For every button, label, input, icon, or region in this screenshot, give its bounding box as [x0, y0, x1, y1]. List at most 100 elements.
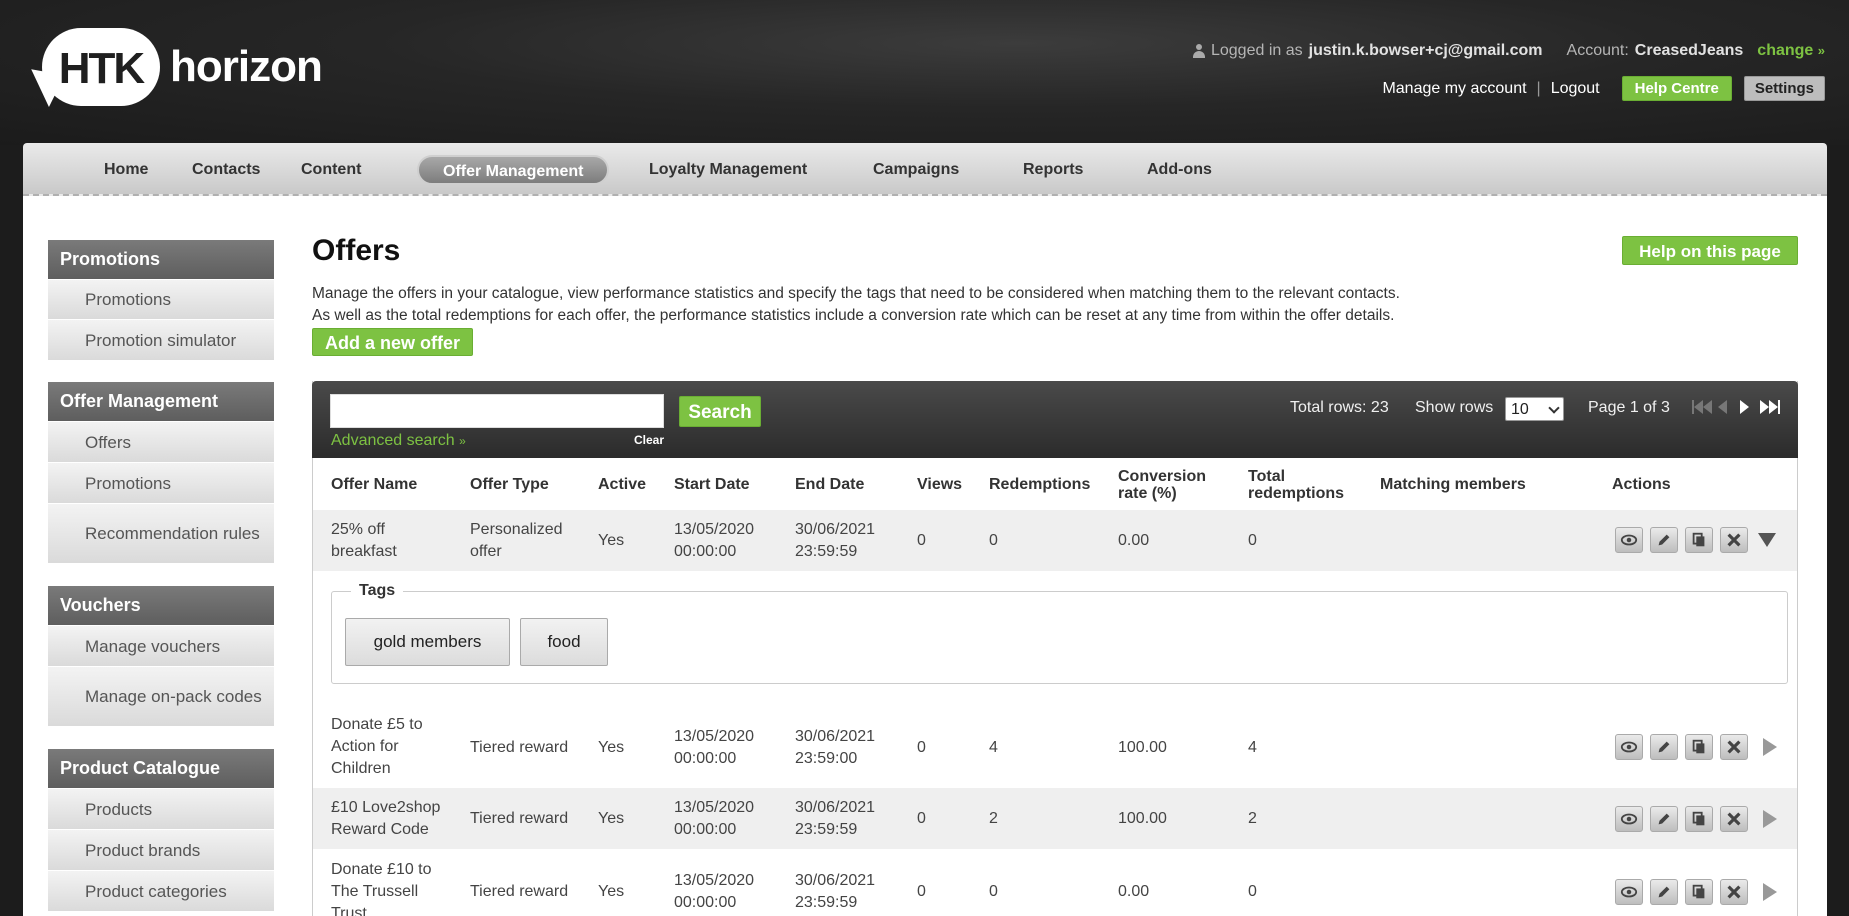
offer-name[interactable]: Donate £10 to The Trussell Trust [331, 859, 432, 916]
view-button[interactable] [1615, 734, 1643, 760]
offer-name[interactable]: 25% off breakfast [331, 519, 397, 563]
first-page-icon[interactable] [1692, 399, 1712, 415]
edit-button[interactable] [1650, 527, 1678, 553]
col-views[interactable]: Views [917, 476, 962, 493]
offer-end-date: 30/06/2021 23:59:59 [795, 799, 876, 838]
search-button[interactable]: Search [679, 396, 761, 427]
tag-chip[interactable]: gold members [345, 618, 510, 666]
sidebar-group-product-catalogue: Product Catalogue Products Product brand… [48, 749, 274, 911]
offer-conversion-rate: 0.00 [1118, 532, 1150, 549]
prev-page-icon[interactable] [1718, 399, 1727, 415]
nav-loyalty-management[interactable]: Loyalty Management [625, 155, 831, 185]
view-icon [1620, 738, 1638, 756]
offer-active: Yes [598, 810, 625, 827]
delete-button[interactable] [1720, 527, 1748, 553]
show-rows-label: Show rows [1415, 399, 1494, 416]
view-button[interactable] [1615, 527, 1643, 553]
expand-row-icon[interactable] [1763, 810, 1777, 828]
edit-button[interactable] [1650, 734, 1678, 760]
view-icon [1620, 810, 1638, 828]
sidebar-heading: Offer Management [48, 382, 274, 421]
col-redemptions[interactable]: Redemptions [989, 476, 1090, 493]
delete-icon [1725, 531, 1743, 549]
link-separator: | [1536, 79, 1541, 97]
htk-horizon-logo[interactable]: HTK horizon [25, 28, 323, 109]
sidebar-item-manage-on-pack-codes[interactable]: Manage on-pack codes [48, 666, 274, 726]
offer-type: Personalized offer [470, 521, 563, 560]
offer-active: Yes [598, 739, 625, 756]
nav-reports[interactable]: Reports [999, 155, 1107, 185]
col-offer-type[interactable]: Offer Type [470, 476, 549, 493]
edit-button[interactable] [1650, 879, 1678, 905]
page-info: Page 1 of 3 [1588, 399, 1670, 416]
offer-redemptions: 4 [989, 739, 998, 756]
clear-search-link[interactable]: Clear [634, 433, 664, 447]
view-button[interactable] [1615, 806, 1643, 832]
col-offer-name[interactable]: Offer Name [331, 476, 417, 493]
offer-end-date: 30/06/2021 23:59:59 [795, 872, 876, 911]
expand-row-icon[interactable] [1763, 883, 1777, 901]
delete-button[interactable] [1720, 806, 1748, 832]
delete-button[interactable] [1720, 734, 1748, 760]
col-matching-members[interactable]: Matching members [1380, 476, 1526, 493]
col-active[interactable]: Active [598, 476, 646, 493]
offer-views: 0 [917, 810, 926, 827]
nav-campaigns[interactable]: Campaigns [849, 155, 983, 185]
change-account-link[interactable]: change » [1757, 42, 1825, 60]
offer-type: Tiered reward [470, 883, 569, 900]
collapse-row-icon[interactable] [1758, 533, 1776, 547]
offer-name[interactable]: £10 Love2shop Reward Code [331, 797, 440, 841]
edit-button[interactable] [1650, 806, 1678, 832]
col-start-date[interactable]: Start Date [674, 476, 750, 493]
col-conversion-rate[interactable]: Conversion rate (%) [1118, 468, 1206, 502]
offer-redemptions: 2 [989, 810, 998, 827]
offer-name[interactable]: Donate £5 to Action for Children [331, 714, 423, 780]
delete-icon [1725, 738, 1743, 756]
add-new-offer-button[interactable]: Add a new offer [312, 328, 473, 356]
manage-account-link[interactable]: Manage my account [1382, 80, 1526, 98]
col-end-date[interactable]: End Date [795, 476, 864, 493]
copy-button[interactable] [1685, 806, 1713, 832]
sidebar-item-manage-vouchers[interactable]: Manage vouchers [48, 625, 274, 666]
nav-contacts[interactable]: Contacts [168, 155, 284, 185]
next-page-icon[interactable] [1740, 399, 1749, 415]
copy-button[interactable] [1685, 879, 1713, 905]
sidebar-item-promotion-simulator[interactable]: Promotion simulator [48, 319, 274, 360]
tags-legend: Tags [351, 582, 404, 600]
settings-button[interactable]: Settings [1743, 76, 1825, 101]
header: HTK horizon Logged in as justin.k.bowser… [0, 0, 1849, 145]
edit-icon [1655, 531, 1673, 549]
copy-icon [1690, 883, 1708, 901]
nav-offer-management[interactable]: Offer Management [417, 155, 610, 185]
page-description-line-1: Manage the offers in your catalogue, vie… [312, 285, 1400, 302]
copy-button[interactable] [1685, 734, 1713, 760]
sidebar-item-product-brands[interactable]: Product brands [48, 829, 274, 870]
sidebar-item-products[interactable]: Products [48, 788, 274, 829]
sidebar-item-product-categories[interactable]: Product categories [48, 870, 274, 911]
nav-home[interactable]: Home [80, 155, 172, 185]
advanced-search-link[interactable]: Advanced search » [331, 432, 466, 450]
nav-content[interactable]: Content [277, 155, 385, 185]
sidebar-item-offer-promotions[interactable]: Promotions [48, 462, 274, 503]
sidebar-item-offers[interactable]: Offers [48, 421, 274, 462]
expand-row-icon[interactable] [1763, 738, 1777, 756]
offer-type: Tiered reward [470, 810, 569, 827]
sidebar-group-vouchers: Vouchers Manage vouchers Manage on-pack … [48, 586, 274, 726]
logout-link[interactable]: Logout [1551, 80, 1600, 98]
copy-button[interactable] [1685, 527, 1713, 553]
tag-chip[interactable]: food [520, 618, 608, 666]
show-rows-select[interactable]: 10 [1505, 397, 1564, 421]
logo-mark: HTK [58, 44, 145, 93]
view-button[interactable] [1615, 879, 1643, 905]
last-page-icon[interactable] [1760, 399, 1780, 415]
nav-add-ons[interactable]: Add-ons [1123, 155, 1236, 185]
search-input[interactable] [330, 394, 664, 428]
sidebar-item-promotions[interactable]: Promotions [48, 279, 274, 319]
help-on-page-button[interactable]: Help on this page [1622, 236, 1798, 265]
copy-icon [1690, 810, 1708, 828]
help-centre-button[interactable]: Help Centre [1621, 76, 1732, 101]
sidebar-item-recommendation-rules[interactable]: Recommendation rules [48, 503, 274, 563]
col-total-redemptions[interactable]: Total redemptions [1248, 468, 1344, 502]
account-name: CreasedJeans [1634, 42, 1744, 59]
delete-button[interactable] [1720, 879, 1748, 905]
